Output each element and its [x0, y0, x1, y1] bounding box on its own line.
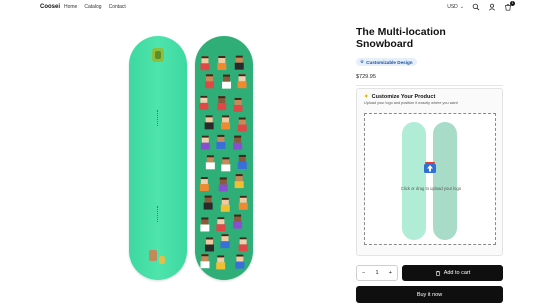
- pixel-character-icon: [200, 56, 210, 71]
- product-price: $729.95: [356, 74, 376, 80]
- pixel-character-icon: [218, 177, 228, 192]
- currency-selector[interactable]: USD ⌄: [447, 4, 464, 10]
- add-to-cart-label: Add to cart: [443, 270, 471, 276]
- pixel-character-icon: [216, 255, 226, 270]
- nav-contact[interactable]: Contact: [109, 4, 126, 10]
- site-header: Coosei Home Catalog Contact USD ⌄ 1: [0, 0, 542, 16]
- pixel-character-icon: [204, 237, 214, 252]
- customizer-title: Customize Your Product: [371, 94, 436, 100]
- quantity-decrease-button[interactable]: −: [362, 270, 365, 276]
- pixel-character-icon: [200, 217, 210, 232]
- customizer-panel: ✦ Customize Your Product Upload your log…: [356, 88, 503, 256]
- pixel-character-icon: [221, 115, 231, 130]
- board-preview-pattern: [433, 122, 457, 240]
- pixel-character-icon: [204, 74, 214, 89]
- pixel-character-icon: [237, 117, 247, 132]
- pixel-character-icon: [203, 195, 213, 210]
- search-icon[interactable]: [472, 3, 480, 11]
- upload-icon: [424, 162, 436, 173]
- currency-label: USD: [447, 4, 458, 10]
- pixel-character-icon: [200, 254, 210, 269]
- star-icon: ☆: [360, 59, 365, 64]
- buy-now-button[interactable]: Buy it now: [356, 286, 503, 303]
- binding-insert-dots: [157, 206, 159, 222]
- pixel-character-icon: [217, 56, 227, 71]
- cart-icon: [435, 270, 440, 276]
- buy-now-label: Buy it now: [416, 291, 443, 298]
- pixel-character-icon: [233, 214, 243, 229]
- pixel-character-icon: [204, 115, 214, 130]
- pixel-character-icon: [216, 217, 226, 232]
- account-icon[interactable]: [488, 3, 496, 11]
- pixel-character-icon: [237, 154, 247, 169]
- pixel-character-icon: [238, 237, 248, 252]
- product-info: The Multi-location Snowboard ☆ Customiza…: [356, 26, 503, 86]
- main-nav: Home Catalog Contact: [64, 4, 126, 10]
- nav-catalog[interactable]: Catalog: [84, 4, 101, 10]
- pixel-character-icon: [234, 55, 244, 70]
- customizer-subtitle: Upload your logo and position it exactly…: [364, 101, 458, 105]
- pixel-character-icon: [159, 256, 165, 264]
- snowboard-image-pattern[interactable]: [195, 36, 253, 280]
- customizer-heading: ✦ Customize Your Product: [364, 94, 435, 100]
- pixel-character-icon: [220, 197, 230, 212]
- header-actions: USD ⌄ 1: [447, 1, 515, 11]
- product-title: The Multi-location Snowboard: [356, 26, 446, 50]
- pixel-character-icon: [233, 135, 243, 150]
- binding-insert-dots: [157, 110, 159, 126]
- cart-count-badge: 1: [510, 1, 515, 6]
- add-to-cart-button[interactable]: Add to cart: [402, 265, 503, 281]
- pixel-character-icon: [222, 74, 232, 89]
- customizable-badge: ☆ Customizable Design: [356, 58, 417, 66]
- pixel-character-icon: [149, 250, 157, 261]
- pixel-character-icon: [200, 135, 210, 150]
- pixel-character-icon: [238, 195, 248, 210]
- pixel-character-icon: [199, 95, 209, 110]
- quantity-value[interactable]: 1: [375, 270, 378, 276]
- pixel-character-icon: [234, 174, 244, 189]
- badge-label: Customizable Design: [366, 59, 413, 65]
- product-gallery[interactable]: [120, 36, 260, 280]
- shop-logo-icon: [152, 48, 164, 62]
- pixel-character-icon: [235, 254, 245, 269]
- pixel-character-pattern: [199, 55, 248, 270]
- pixel-character-icon: [221, 157, 231, 172]
- chevron-down-icon: ⌄: [459, 4, 464, 10]
- board-preview-plain: [402, 122, 426, 240]
- cart-button[interactable]: 1: [504, 1, 515, 11]
- logo-upload-dropzone[interactable]: Click or drag to upload your logo: [364, 113, 496, 245]
- brand-logo[interactable]: Coosei: [40, 4, 60, 10]
- pixel-character-icon: [217, 96, 227, 111]
- sparkle-icon: ✦: [364, 94, 369, 100]
- pixel-character-icon: [205, 155, 215, 170]
- pixel-character-icon: [237, 74, 247, 89]
- nav-home[interactable]: Home: [64, 4, 77, 10]
- purchase-row: − 1 + Add to cart: [356, 265, 503, 281]
- pixel-character-icon: [233, 97, 243, 112]
- pixel-character-icon: [199, 177, 209, 192]
- divider: [356, 85, 503, 86]
- quantity-stepper: − 1 +: [356, 265, 398, 281]
- quantity-increase-button[interactable]: +: [389, 270, 392, 276]
- snowboard-image-plain[interactable]: [129, 36, 187, 280]
- upload-instructions: Click or drag to upload your logo: [400, 186, 462, 191]
- pixel-character-icon: [216, 134, 226, 149]
- pixel-character-icon: [220, 234, 230, 249]
